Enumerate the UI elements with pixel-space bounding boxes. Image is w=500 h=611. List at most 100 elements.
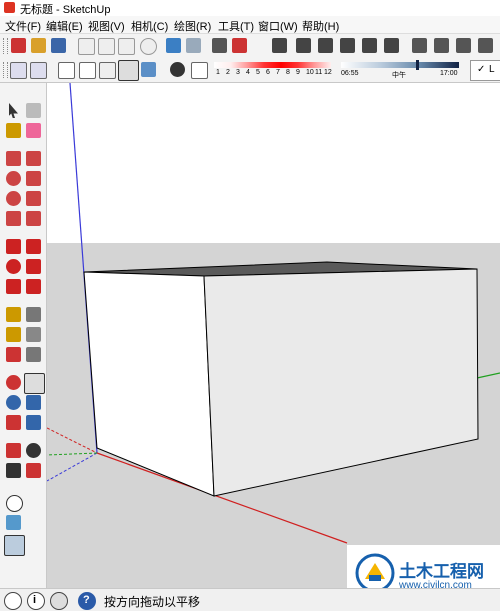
zoom-icon[interactable] xyxy=(6,395,21,410)
view-iso-icon[interactable] xyxy=(296,38,311,53)
time-start-label: 06:55 xyxy=(341,70,359,77)
layers-icon[interactable] xyxy=(478,38,493,53)
pan-hand-icon[interactable] xyxy=(24,373,45,394)
circle-icon[interactable] xyxy=(6,171,21,186)
protractor-icon[interactable] xyxy=(6,327,21,342)
3d-text-icon[interactable] xyxy=(26,347,41,362)
menu-camera[interactable]: 相机(C) xyxy=(131,18,168,34)
help-icon[interactable]: ? xyxy=(78,592,96,610)
fog-icon[interactable] xyxy=(191,62,208,79)
shadows-icon[interactable] xyxy=(170,62,185,77)
walk-icon[interactable] xyxy=(6,463,21,478)
month-label: 11 xyxy=(315,69,323,76)
view-top-icon[interactable] xyxy=(318,38,333,53)
month-label: 6 xyxy=(266,69,270,76)
position-camera-icon[interactable] xyxy=(6,443,21,458)
view-front-icon[interactable] xyxy=(340,38,355,53)
select-arrow-icon[interactable] xyxy=(9,103,18,118)
time-end-label: 17:00 xyxy=(440,70,458,77)
orbit-icon[interactable] xyxy=(6,375,21,390)
menu-window[interactable]: 窗口(W) xyxy=(258,18,298,34)
copy-icon[interactable] xyxy=(98,38,115,55)
freehand-icon[interactable] xyxy=(26,171,41,186)
save-icon[interactable] xyxy=(51,38,66,53)
orient-faces-icon[interactable] xyxy=(6,495,23,512)
shaded-icon[interactable] xyxy=(99,62,116,79)
zoom-window-icon[interactable] xyxy=(26,395,41,410)
undo-icon[interactable] xyxy=(166,38,181,53)
erase-icon[interactable] xyxy=(140,38,157,55)
user-account-icon[interactable] xyxy=(50,592,68,610)
sketchup-logo-icon xyxy=(4,2,15,13)
layer-dropdown[interactable]: ✓ L xyxy=(470,60,500,81)
shaded-textures-icon[interactable] xyxy=(118,60,139,81)
menu-bar: 文件(F) 编辑(E) 视图(V) 相机(C) 绘图(R) 工具(T) 窗口(W… xyxy=(0,16,500,34)
toolbar-grip[interactable] xyxy=(3,38,8,54)
make-component-icon[interactable] xyxy=(26,103,41,118)
menu-file[interactable]: 文件(F) xyxy=(5,18,41,34)
time-slider[interactable] xyxy=(341,62,459,68)
new-file-icon[interactable] xyxy=(11,38,26,53)
layer-dropdown-trailing-char-icon: L xyxy=(489,64,495,75)
paint-bucket-icon[interactable] xyxy=(6,123,21,138)
redo-icon[interactable] xyxy=(186,38,201,53)
month-label: 10 xyxy=(306,69,314,76)
wireframe-icon[interactable] xyxy=(58,62,75,79)
back-edges-icon[interactable] xyxy=(30,62,47,79)
rectangle-icon[interactable] xyxy=(6,151,21,166)
paste-icon[interactable] xyxy=(118,38,135,55)
month-label: 7 xyxy=(276,69,280,76)
text-icon[interactable] xyxy=(26,327,41,342)
open-folder-icon[interactable] xyxy=(31,38,46,53)
menu-edit[interactable]: 编辑(E) xyxy=(46,18,83,34)
offset-icon[interactable] xyxy=(26,279,41,294)
rotate-icon[interactable] xyxy=(6,259,21,274)
look-around-icon[interactable] xyxy=(26,443,41,458)
toolbar-grip[interactable] xyxy=(3,62,8,78)
menu-tools[interactable]: 工具(T) xyxy=(218,18,254,34)
section-plane-icon[interactable] xyxy=(272,38,287,53)
components-icon[interactable] xyxy=(412,38,427,53)
status-hint: 按方向拖动以平移 xyxy=(104,595,201,609)
xray-icon[interactable] xyxy=(10,62,27,79)
tape-measure-icon[interactable] xyxy=(6,307,21,322)
section-plane-tool-icon[interactable] xyxy=(26,463,41,478)
scale-icon[interactable] xyxy=(6,279,21,294)
arc-icon[interactable] xyxy=(26,191,41,206)
view-back-icon[interactable] xyxy=(384,38,399,53)
model-info-icon[interactable] xyxy=(232,38,247,53)
menu-view[interactable]: 视图(V) xyxy=(88,18,125,34)
monochrome-icon[interactable] xyxy=(141,62,156,77)
model-viewport[interactable] xyxy=(47,83,500,588)
month-ticks: 1 2 3 4 5 6 7 8 9 10 11 12 xyxy=(214,69,334,79)
cut-icon[interactable] xyxy=(78,38,95,55)
print-icon[interactable] xyxy=(212,38,227,53)
styles-icon[interactable] xyxy=(456,38,471,53)
line-pencil-icon[interactable] xyxy=(26,151,41,166)
viewport-canvas[interactable] xyxy=(47,83,500,588)
hidden-line-icon[interactable] xyxy=(79,62,96,79)
geo-terrain-icon[interactable] xyxy=(4,535,25,556)
two-point-arc-icon[interactable] xyxy=(26,211,41,226)
time-slider-thumb[interactable] xyxy=(416,60,419,70)
month-label: 2 xyxy=(226,69,230,76)
menu-draw[interactable]: 绘图(R) xyxy=(174,18,211,34)
polygon-icon[interactable] xyxy=(6,191,21,206)
dimension-icon[interactable] xyxy=(26,307,41,322)
menu-help[interactable]: 帮助(H) xyxy=(302,18,339,34)
geolocation-icon[interactable] xyxy=(4,592,22,610)
pie-icon[interactable] xyxy=(6,211,21,226)
previous-view-icon[interactable] xyxy=(26,415,41,430)
eraser-icon[interactable] xyxy=(26,123,41,138)
month-slider[interactable] xyxy=(214,62,331,68)
materials-icon[interactable] xyxy=(434,38,449,53)
view-right-icon[interactable] xyxy=(362,38,377,53)
follow-me-icon[interactable] xyxy=(26,259,41,274)
add-location-icon[interactable] xyxy=(6,515,21,530)
axes-icon[interactable] xyxy=(6,347,21,362)
month-label: 5 xyxy=(256,69,260,76)
credits-icon[interactable]: i xyxy=(27,592,45,610)
move-icon[interactable] xyxy=(6,239,21,254)
push-pull-icon[interactable] xyxy=(26,239,41,254)
zoom-extents-icon[interactable] xyxy=(6,415,21,430)
